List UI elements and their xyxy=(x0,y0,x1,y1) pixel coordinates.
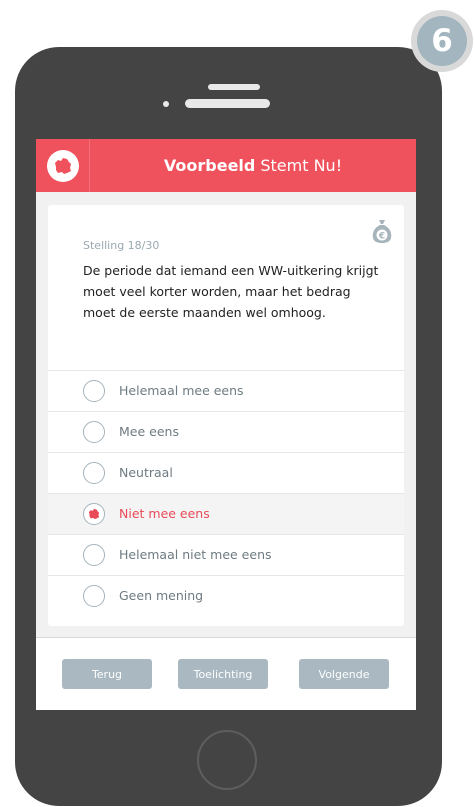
step-number: 6 xyxy=(417,16,467,66)
phone-camera xyxy=(163,101,169,107)
app-header: Voorbeeld Stemt Nu! xyxy=(36,139,416,192)
answer-option-label: Niet mee eens xyxy=(119,506,210,521)
app-title: Voorbeeld Stemt Nu! xyxy=(90,139,416,192)
answer-option-label: Neutraal xyxy=(119,465,173,480)
radio-icon[interactable] xyxy=(83,585,105,607)
radio-icon[interactable] xyxy=(83,421,105,443)
info-button[interactable]: Toelichting xyxy=(178,659,268,689)
statement-counter: Stelling 18/30 xyxy=(83,239,160,252)
answer-option-label: Helemaal niet mee eens xyxy=(119,547,272,562)
radio-icon[interactable] xyxy=(83,380,105,402)
radio-selected-icon[interactable] xyxy=(83,503,105,525)
answer-option[interactable]: Neutraal xyxy=(48,453,404,494)
svg-text:€: € xyxy=(378,232,385,242)
answer-option[interactable]: Helemaal mee eens xyxy=(48,371,404,412)
app-screen: Voorbeeld Stemt Nu! € Stelling 18/30 De … xyxy=(36,139,416,710)
phone-speaker xyxy=(185,99,270,108)
radio-icon[interactable] xyxy=(83,544,105,566)
phone-home-button[interactable] xyxy=(197,730,257,790)
step-badge: 6 xyxy=(411,10,473,72)
answer-option[interactable]: Geen mening xyxy=(48,576,404,617)
question-card: € Stelling 18/30 De periode dat iemand e… xyxy=(48,205,404,626)
back-button[interactable]: Terug xyxy=(62,659,152,689)
answer-option[interactable]: Helemaal niet mee eens xyxy=(48,535,404,576)
statement-text: De periode dat iemand een WW-uitkering k… xyxy=(83,263,379,320)
answer-option-label: Helemaal mee eens xyxy=(119,383,244,398)
footer-bar: Terug Toelichting Volgende xyxy=(36,637,416,710)
phone-speaker-top xyxy=(208,84,260,90)
answer-option-label: Mee eens xyxy=(119,424,179,439)
app-title-bold: Voorbeeld xyxy=(163,156,256,175)
answer-options: Helemaal mee eens Mee eens Neutraal Niet me… xyxy=(48,370,404,617)
answer-option[interactable]: Niet mee eens xyxy=(48,494,404,535)
app-title-rest: Stemt Nu! xyxy=(260,156,343,175)
answer-option-label: Geen mening xyxy=(119,588,204,603)
next-button[interactable]: Volgende xyxy=(299,659,389,689)
party-logo-icon xyxy=(46,149,79,182)
answer-option[interactable]: Mee eens xyxy=(48,412,404,453)
radio-icon[interactable] xyxy=(83,462,105,484)
header-logo-button[interactable] xyxy=(36,139,90,192)
euro-money-bag-icon: € xyxy=(371,218,393,244)
